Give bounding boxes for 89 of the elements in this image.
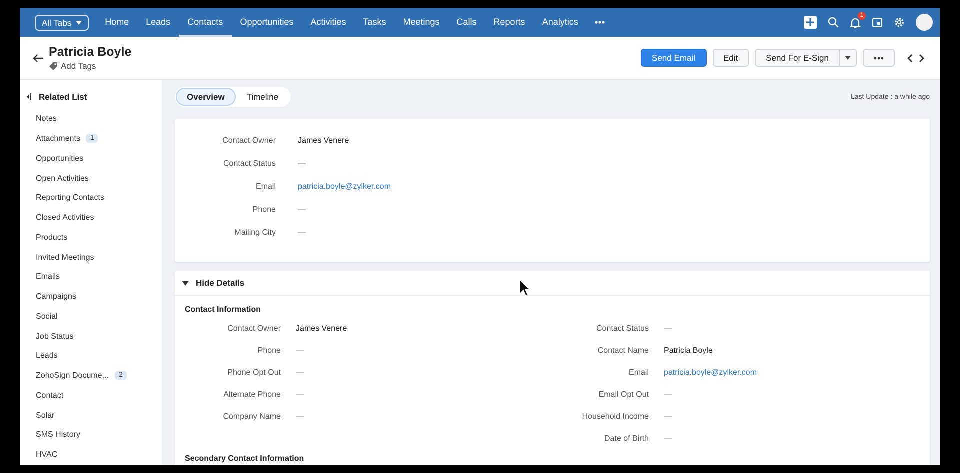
nav-tab[interactable]: Reports [485,8,534,37]
mouse-pointer-icon [519,279,531,297]
sidebar-item[interactable]: SMS History [36,430,80,440]
field-value: James Venere [296,324,348,332]
email-link[interactable]: patricia.boyle@zylker.com [298,182,392,191]
sidebar-item[interactable]: Opportunities [36,154,84,163]
field-value: — [664,434,672,442]
field-value: — [664,324,672,332]
field-value: — [296,390,304,398]
field-label: Phone [256,346,282,354]
previous-icon[interactable] [907,54,913,62]
more-dots-icon[interactable] [594,21,605,24]
nav-tab[interactable]: Opportunities [232,8,302,37]
nav-tab[interactable]: Tasks [354,8,395,37]
send-for-e-sign-button[interactable]: Send For E-Sign [755,49,840,67]
next-icon[interactable] [919,54,925,62]
field-label: Contact Status [222,159,277,168]
field-value: James Venere [298,136,350,145]
more-dots-icon [874,56,884,60]
sidebar-title: Related List [39,92,88,102]
edit-button[interactable]: Edit [712,49,750,67]
dropdown-button[interactable] [840,49,857,67]
field-label: Date of Birth [604,434,650,442]
collapse-icon[interactable] [26,93,32,101]
sidebar-item[interactable]: Reporting Contacts [36,193,104,202]
field-label: Household Income [581,412,650,420]
field-value: — [296,412,304,420]
nav-tab[interactable]: Analytics [534,8,587,37]
sidebar-item[interactable]: Job Status [36,332,74,341]
field-label: Company Name [222,412,282,420]
send-email-button[interactable]: Send Email [641,49,706,67]
field-label: Alternate Phone [222,390,282,398]
nav-tab[interactable]: Calls [448,8,486,37]
hide-details-toggle[interactable]: Hide Details [182,278,245,288]
sidebar-item[interactable]: Contact [36,390,64,400]
nav-tab[interactable]: Leads [138,8,180,37]
field-label: Phone [252,205,277,214]
sidebar-item[interactable]: Campaigns [36,292,76,302]
add-tags-link[interactable]: Add Tags [49,61,132,71]
caret-icon [845,56,851,60]
section-title: Secondary Contact Information [184,453,306,465]
settings-icon[interactable] [894,17,905,28]
sidebar-item[interactable]: Products [36,232,68,242]
back-arrow-icon[interactable] [33,54,44,62]
field-label: Email [628,368,650,376]
sidebar-item[interactable]: Closed Activities [36,213,94,222]
field-label: Contact Owner [226,324,282,332]
field-value: — [298,159,306,168]
more-options-button[interactable] [863,49,895,67]
bell-icon[interactable] [850,16,861,28]
field-label: Contact Owner [222,136,277,145]
sidebar-item[interactable]: Leads [36,351,58,360]
all-tabs-button[interactable]: All Tabs [35,14,89,30]
sidebar-item[interactable]: Invited Meetings [36,252,94,262]
sidebar-item[interactable]: ZohoSign Docume... [36,371,109,380]
sidebar-item[interactable]: Emails [36,272,60,282]
sidebar-item[interactable]: Social [36,312,58,321]
search-icon[interactable] [828,17,839,28]
avatar[interactable] [916,14,933,31]
field-label: Contact Status [596,324,650,332]
calendar-icon[interactable] [872,17,883,28]
field-value: Patricia Boyle [664,346,713,354]
section-title: Contact Information [184,304,262,316]
field-label: Contact Name [596,346,650,354]
view-tab[interactable]: Overview [176,88,236,106]
nav-tab[interactable]: Home [96,8,138,37]
contact-name-title: Patricia Boyle [49,45,132,59]
field-label: Mailing City [234,228,277,237]
view-tab[interactable]: Timeline [236,88,290,106]
field-label: Email Opt Out [598,390,650,398]
field-value: — [296,346,304,354]
sidebar-item[interactable]: Solar [36,410,55,420]
tag-icon [49,62,58,70]
field-value: — [664,390,672,398]
field-label: Phone Opt Out [226,368,282,376]
sidebar-item[interactable]: Notes [36,114,57,124]
email-link[interactable]: patricia.boyle@zylker.com [664,368,758,376]
field-value: — [298,205,306,214]
sidebar-item[interactable]: Attachments [36,134,80,144]
field-value: — [664,412,672,420]
field-label: Email [254,182,277,191]
nav-tab[interactable]: Activities [302,8,355,37]
sidebar-item[interactable]: Open Activities [36,174,89,183]
add-icon[interactable] [804,16,817,29]
nav-tab[interactable]: Meetings [394,8,448,37]
field-value: — [296,368,304,376]
field-value: — [298,228,306,237]
sidebar-item[interactable]: HVAC [36,450,58,460]
caret-icon [76,20,82,24]
